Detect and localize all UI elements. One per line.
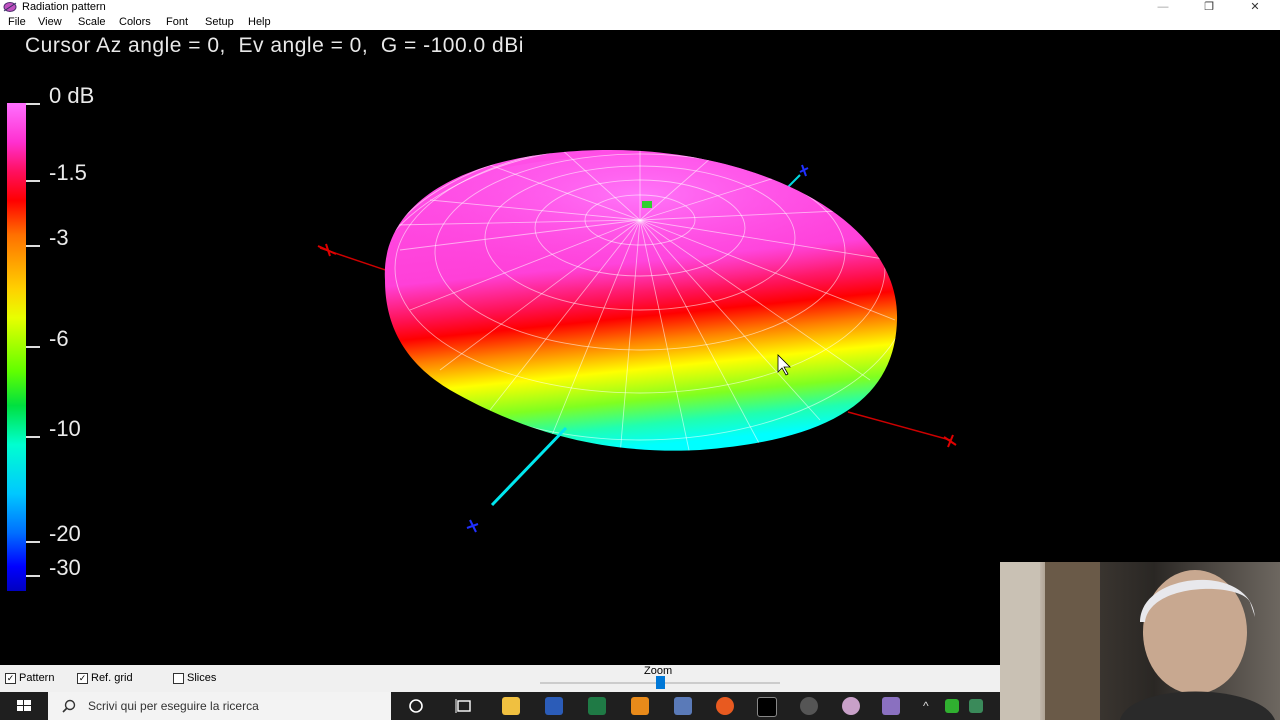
- ref-grid-checkbox-box[interactable]: ✓: [77, 672, 88, 684]
- taskbar-search[interactable]: Scrivi qui per eseguire la ricerca: [48, 692, 391, 720]
- pattern-checkbox-label: Pattern: [19, 672, 55, 684]
- ref-grid-checkbox[interactable]: ✓ Ref. grid: [77, 672, 133, 684]
- pattern-checkbox[interactable]: ✓ Pattern: [5, 672, 54, 684]
- zenith-marker: [642, 201, 652, 208]
- start-button[interactable]: [0, 692, 48, 720]
- x-axis-marker-left: [317, 243, 337, 257]
- word-icon[interactable]: [545, 697, 563, 715]
- firefox-icon[interactable]: [716, 697, 734, 715]
- slices-checkbox-box[interactable]: [173, 672, 184, 684]
- tray-icon-1[interactable]: [945, 699, 959, 713]
- app-icon-3[interactable]: [882, 697, 900, 715]
- webcam-overlay: [1000, 562, 1280, 720]
- zoom-slider-thumb[interactable]: [656, 676, 665, 689]
- y-axis-front: [490, 426, 568, 507]
- app-icon-2[interactable]: [842, 697, 860, 715]
- excel-icon[interactable]: [588, 697, 606, 715]
- file-explorer-icon[interactable]: [502, 697, 520, 715]
- calculator-icon[interactable]: [674, 697, 692, 715]
- terminal-icon[interactable]: [757, 697, 777, 717]
- z-axis-marker-bottom: [466, 519, 479, 533]
- search-icon: [62, 699, 76, 713]
- app-icon-1[interactable]: [800, 697, 818, 715]
- pattern-checkbox-box[interactable]: ✓: [5, 672, 16, 684]
- tray-icon-2[interactable]: [969, 699, 983, 713]
- task-view-icon[interactable]: [455, 697, 473, 715]
- bottom-controls: ✓ Pattern ✓ Ref. grid Slices Zoom: [0, 665, 1000, 692]
- search-placeholder: Scrivi qui per eseguire la ricerca: [88, 699, 259, 713]
- slices-checkbox-label: Slices: [187, 672, 217, 684]
- x-axis-front: [847, 411, 951, 441]
- slices-checkbox[interactable]: Slices: [173, 672, 216, 684]
- x-axis-marker-right: [943, 434, 957, 448]
- ref-grid-checkbox-label: Ref. grid: [91, 672, 133, 684]
- z-axis-marker-top: [799, 164, 809, 177]
- cortana-icon[interactable]: [407, 697, 425, 715]
- tray-chevron-icon[interactable]: ^: [923, 699, 929, 713]
- webcam-person: [1000, 562, 1275, 720]
- outlook-icon[interactable]: [631, 697, 649, 715]
